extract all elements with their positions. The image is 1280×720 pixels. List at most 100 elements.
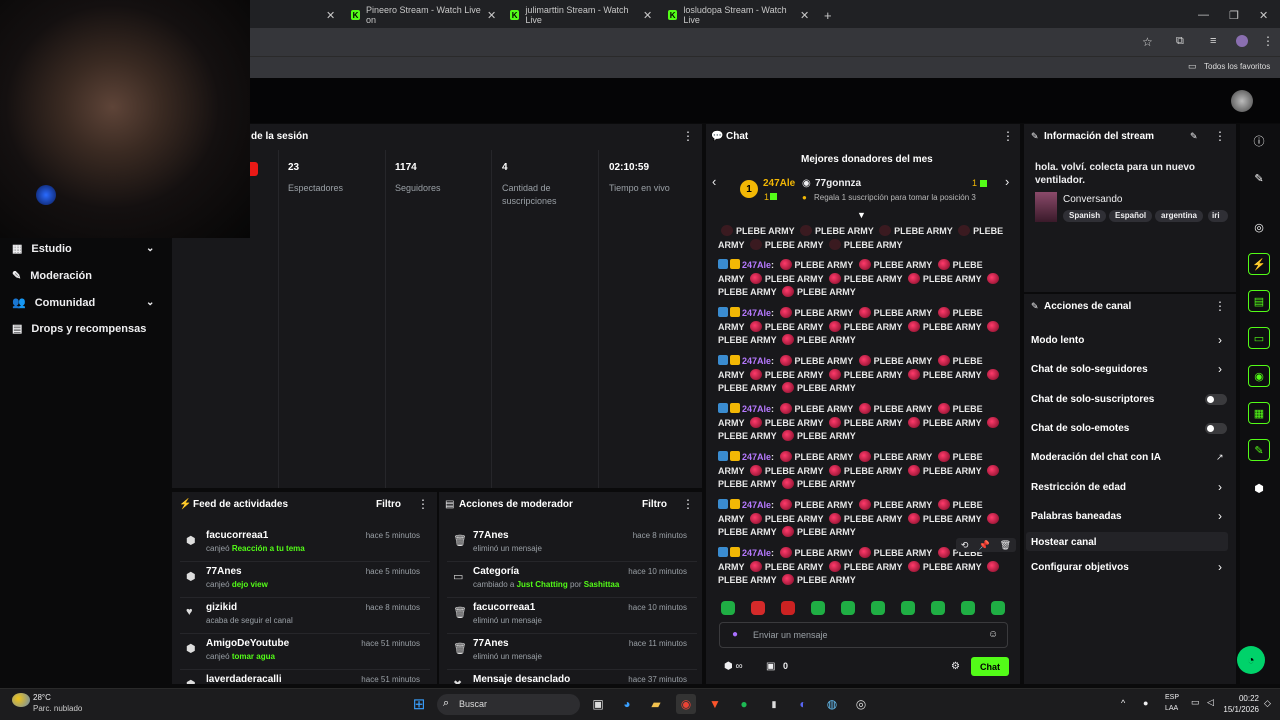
bolt-icon[interactable]: ⚡ bbox=[1248, 253, 1270, 275]
emote-icon[interactable] bbox=[751, 601, 765, 615]
notification-icon[interactable]: ◇ bbox=[1264, 698, 1271, 709]
emote-icon[interactable] bbox=[871, 601, 885, 615]
new-tab-icon[interactable]: + bbox=[824, 4, 832, 26]
obs-icon[interactable]: ◎ bbox=[851, 694, 871, 714]
category-thumbnail[interactable] bbox=[1035, 192, 1057, 222]
chat-messages[interactable]: PLEBE ARMY PLEBE ARMY PLEBE ARMY PLEBE A… bbox=[706, 220, 1020, 590]
chevron-right-icon[interactable]: › bbox=[1218, 509, 1222, 523]
chat-icon[interactable]: ▭ bbox=[1248, 327, 1270, 349]
clock-time[interactable]: 00:22 bbox=[1221, 694, 1259, 703]
steam-icon[interactable]: ◍ bbox=[822, 694, 842, 714]
chat-username[interactable]: 247Ale bbox=[742, 356, 771, 366]
task-view-icon[interactable]: ▣ bbox=[588, 694, 608, 714]
list-item[interactable]: ⬢ AmigoDeYoutube canjeó tomar agua hace … bbox=[180, 634, 430, 670]
list-item[interactable]: 🗑 77Anes eliminó un mensaje hace 8 minut… bbox=[447, 526, 697, 562]
sidebar-item-studio[interactable]: ▦ Estudio ⌄ bbox=[12, 242, 154, 256]
chat-username[interactable]: 247Ale bbox=[742, 260, 771, 270]
tab-close-icon[interactable]: ✕ bbox=[800, 4, 809, 26]
sidebar-item-community[interactable]: 👥 Comunidad ⌄ bbox=[12, 296, 154, 310]
host-channel-item[interactable]: Hostear canal bbox=[1031, 537, 1097, 548]
chat-message[interactable]: 247Ale: PLEBE ARMY PLEBE ARMY PLEBE ARMY… bbox=[718, 547, 1008, 588]
edit-icon[interactable]: ✎ bbox=[1248, 167, 1270, 189]
chat-message[interactable]: 247Ale: PLEBE ARMY PLEBE ARMY PLEBE ARMY… bbox=[718, 403, 1008, 444]
list-item[interactable]: 🗑 facucorreaa1 eliminó un mensaje hace 1… bbox=[447, 598, 697, 634]
document-icon[interactable]: ▤ bbox=[1248, 290, 1270, 312]
chevron-right-icon[interactable]: › bbox=[1005, 174, 1009, 189]
category-name[interactable]: Conversando bbox=[1063, 194, 1122, 205]
chevron-right-icon[interactable]: › bbox=[1218, 333, 1222, 347]
chat-menu-icon[interactable]: ⋮ bbox=[1002, 129, 1014, 143]
emotes-only-toggle[interactable] bbox=[1205, 423, 1227, 434]
chat-username[interactable]: 247Ale bbox=[742, 452, 771, 462]
configure-goals-item[interactable]: Configurar objetivos bbox=[1031, 562, 1129, 573]
wrench-icon[interactable]: ✎ bbox=[1248, 439, 1270, 461]
emote-icon[interactable] bbox=[991, 601, 1005, 615]
microphone-icon[interactable]: ● bbox=[1143, 698, 1148, 708]
window-close-icon[interactable]: ✕ bbox=[1259, 4, 1268, 26]
chat-username[interactable]: 247Ale bbox=[742, 500, 771, 510]
weather-temp[interactable]: 28°C bbox=[33, 693, 51, 702]
chat-message[interactable]: 247Ale: PLEBE ARMY PLEBE ARMY PLEBE ARMY… bbox=[718, 259, 1008, 300]
subs-only-item[interactable]: Chat de solo-suscriptores bbox=[1031, 394, 1154, 405]
followers-only-item[interactable]: Chat de solo-seguidores bbox=[1031, 364, 1148, 375]
help-chat-icon[interactable]: ◔ bbox=[1237, 646, 1265, 674]
channel-actions-menu-icon[interactable]: ⋮ bbox=[1214, 299, 1226, 313]
emote-icon[interactable] bbox=[781, 601, 795, 615]
pin-icon[interactable]: 📌 bbox=[978, 540, 989, 551]
mic-icon[interactable]: ● bbox=[732, 629, 738, 640]
emote-icon[interactable] bbox=[961, 601, 975, 615]
tag[interactable]: Spanish bbox=[1063, 210, 1107, 222]
mod-filter-button[interactable]: Filtro bbox=[642, 499, 667, 510]
emote-icon[interactable] bbox=[931, 601, 945, 615]
external-link-icon[interactable]: ↗ bbox=[1216, 452, 1224, 463]
discord-icon[interactable]: ◐ bbox=[793, 694, 813, 714]
star-icon[interactable]: ☆ bbox=[1142, 35, 1153, 49]
emotes-only-item[interactable]: Chat de solo-emotes bbox=[1031, 423, 1129, 434]
activity-menu-icon[interactable]: ⋮ bbox=[417, 497, 429, 511]
broadcast-icon[interactable]: ◉ bbox=[1248, 365, 1270, 387]
tray-chevron-icon[interactable]: ^ bbox=[1121, 698, 1125, 708]
stream-info-menu-icon[interactable]: ⋮ bbox=[1214, 129, 1226, 143]
emote-icon[interactable] bbox=[721, 601, 735, 615]
mod-menu-icon[interactable]: ⋮ bbox=[682, 497, 694, 511]
edge-icon[interactable]: ◕ bbox=[617, 694, 637, 714]
emoji-icon[interactable]: ☺ bbox=[988, 629, 998, 640]
chat-message[interactable]: PLEBE ARMY PLEBE ARMY PLEBE ARMY PLEBE A… bbox=[718, 225, 1008, 252]
chat-input[interactable]: ● Enviar un mensaje ☺ bbox=[719, 622, 1008, 648]
info-icon[interactable]: ⓘ bbox=[1248, 130, 1270, 152]
tab-close-icon[interactable]: ✕ bbox=[326, 4, 336, 26]
list-item[interactable]: ⬢ 77Anes canjeó dejo view hace 5 minutos bbox=[180, 562, 430, 598]
taskbar-search[interactable]: ⌕ Buscar bbox=[437, 694, 580, 715]
chrome-icon[interactable]: ◉ bbox=[676, 694, 696, 714]
tag[interactable]: Español bbox=[1109, 210, 1153, 222]
reply-icon[interactable]: ⟲ bbox=[961, 540, 969, 551]
chevron-right-icon[interactable]: › bbox=[1218, 560, 1222, 574]
chevron-left-icon[interactable]: ‹ bbox=[712, 174, 716, 189]
tab-julimarttin[interactable]: K julimarttin Stream - Watch Live bbox=[510, 4, 640, 26]
list-item[interactable]: ✖ Mensaje desanclado hace 37 minutos bbox=[447, 670, 697, 684]
activity-filter-button[interactable]: Filtro bbox=[376, 499, 401, 510]
tab-losludopa[interactable]: K losludopa Stream - Watch Live bbox=[668, 4, 798, 26]
minimize-icon[interactable]: — bbox=[1198, 4, 1209, 26]
input-lang[interactable]: ESP bbox=[1165, 694, 1179, 701]
settings-gear-icon[interactable]: ⚙ bbox=[951, 661, 960, 672]
subs-only-toggle[interactable] bbox=[1205, 394, 1227, 405]
list-item[interactable]: ⬢ laverdaderacalli hace 51 minutos bbox=[180, 670, 430, 684]
emote-icon[interactable] bbox=[811, 601, 825, 615]
donor2-name[interactable]: 77gonnza bbox=[815, 178, 861, 189]
donor-name[interactable]: 247Ale bbox=[763, 178, 795, 189]
edit-icon[interactable]: ✎ bbox=[1190, 131, 1198, 142]
tag[interactable]: argentina bbox=[1155, 210, 1204, 222]
delete-icon[interactable]: 🗑 bbox=[1000, 540, 1011, 551]
chat-username[interactable]: 247Ale bbox=[742, 548, 771, 558]
tab-pineero[interactable]: K Pineero Stream - Watch Live on bbox=[351, 4, 481, 26]
sidebar-item-moderation[interactable]: ✎ Moderación bbox=[12, 269, 92, 283]
tab-close-icon[interactable]: ✕ bbox=[643, 4, 652, 26]
banned-words-item[interactable]: Palabras baneadas bbox=[1031, 511, 1122, 522]
network-icon[interactable]: ▭ bbox=[1191, 697, 1200, 708]
tab-close-icon[interactable]: ✕ bbox=[487, 4, 496, 26]
chat-message[interactable]: 247Ale: PLEBE ARMY PLEBE ARMY PLEBE ARMY… bbox=[718, 451, 1008, 492]
emote-icon[interactable] bbox=[901, 601, 915, 615]
list-item[interactable]: ⬢ facucorreaa1 canjeó Reacción a tu tema… bbox=[180, 526, 430, 562]
emote-icon[interactable] bbox=[841, 601, 855, 615]
